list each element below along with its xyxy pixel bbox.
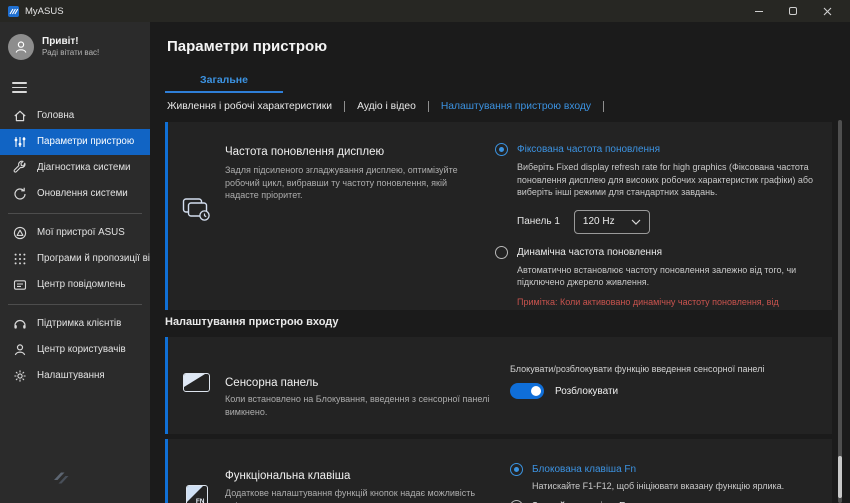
panel-label: Панель 1 bbox=[517, 216, 560, 227]
sidebar-item-settings[interactable]: Налаштування bbox=[0, 363, 150, 389]
greeting-subtitle: Раді вітати вас! bbox=[42, 48, 99, 58]
asus-device-icon bbox=[12, 225, 28, 241]
tab-general[interactable]: Загальне bbox=[165, 74, 283, 86]
fn-key-description: Додаткове налаштування функцій кнопок на… bbox=[225, 487, 496, 503]
refresh-rate-value: 120 Hz bbox=[583, 216, 615, 227]
fn-lock-description: Натискайте F1-F12, щоб ініціювати вказан… bbox=[532, 480, 832, 493]
minimize-button[interactable] bbox=[742, 1, 776, 21]
subtab-separator bbox=[428, 101, 429, 112]
sidebar-item-label: Налаштування bbox=[37, 370, 105, 381]
sidebar-item-label: Центр повідомлень bbox=[37, 279, 125, 290]
sidebar-nav: Головна Параметри пристрою Діагностика с… bbox=[0, 103, 150, 389]
touchpad-control-label: Блокувати/розблокувати функцію введення … bbox=[510, 364, 810, 374]
close-button[interactable] bbox=[810, 1, 844, 21]
sidebar-item-home[interactable]: Головна bbox=[0, 103, 150, 129]
sidebar-divider bbox=[8, 213, 142, 214]
user-icon bbox=[12, 342, 28, 358]
sidebar-item-my-asus-devices[interactable]: Мої пристрої ASUS bbox=[0, 220, 150, 246]
tab-underline bbox=[165, 91, 283, 93]
refresh-section-title: Частота поновлення дисплею bbox=[225, 146, 481, 158]
radio-fixed-refresh-rate[interactable] bbox=[495, 143, 508, 156]
sidebar-item-device-settings[interactable]: Параметри пристрою bbox=[0, 129, 150, 155]
dynamic-refresh-note: Примітка: Коли активовано динамічну част… bbox=[517, 296, 822, 310]
sidebar-item-label: Оновлення системи bbox=[37, 188, 128, 199]
dynamic-refresh-description: Автоматично встановлює частоту поновленн… bbox=[517, 264, 822, 289]
main-content: Параметри пристрою Загальне Живлення і р… bbox=[150, 22, 850, 503]
refresh-rate-select[interactable]: 120 Hz bbox=[574, 210, 650, 234]
sidebar-item-system-update[interactable]: Оновлення системи bbox=[0, 181, 150, 207]
greeting-title: Привіт! bbox=[42, 36, 99, 49]
sidebar-item-diagnostics[interactable]: Діагностика системи bbox=[0, 155, 150, 181]
app-title: MyASUS bbox=[25, 6, 64, 17]
touchpad-toggle[interactable] bbox=[510, 383, 544, 399]
sidebar-item-label: Головна bbox=[37, 110, 74, 121]
touchpad-title: Сенсорна панель bbox=[225, 377, 496, 389]
touchpad-icon bbox=[183, 373, 210, 392]
fixed-refresh-label[interactable]: Фіксована частота поновлення bbox=[517, 144, 660, 155]
fixed-refresh-description: Виберіть Fixed display refresh rate for … bbox=[517, 161, 822, 199]
sidebar-item-label: Діагностика системи bbox=[37, 162, 131, 173]
close-icon bbox=[823, 7, 832, 16]
sidebar-item-label: Мої пристрої ASUS bbox=[37, 227, 125, 238]
titlebar: MyASUS bbox=[0, 0, 850, 22]
minimize-icon bbox=[755, 11, 763, 12]
fn-key-icon: FN bbox=[186, 485, 208, 503]
sidebar-item-label: Програми й пропозиції від… bbox=[37, 253, 165, 264]
subtabs: Живлення і робочі характеристики Аудіо і… bbox=[167, 101, 616, 112]
asus-swirl-logo-icon bbox=[50, 466, 72, 493]
maximize-button[interactable] bbox=[776, 1, 810, 21]
scrollbar-track[interactable] bbox=[838, 120, 842, 503]
headset-icon bbox=[12, 316, 28, 332]
subtab-separator bbox=[603, 101, 604, 112]
sidebar-divider bbox=[8, 304, 142, 305]
home-icon bbox=[12, 108, 28, 124]
refresh-rate-card: Частота поновлення дисплею Задля підсиле… bbox=[165, 122, 832, 310]
display-refresh-icon bbox=[182, 194, 212, 310]
refresh-section-description: Задля підсиленого згладжування дисплею, … bbox=[225, 164, 481, 202]
sliders-icon bbox=[12, 134, 28, 150]
maximize-icon bbox=[789, 7, 797, 15]
subtab-power-performance[interactable]: Живлення і робочі характеристики bbox=[167, 101, 332, 112]
myasus-window: MyASUS Привіт! Раді вітати вас! bbox=[0, 0, 850, 503]
sidebar-item-label: Центр користувачів bbox=[37, 344, 126, 355]
radio-fn-lock[interactable] bbox=[510, 463, 523, 476]
fn-lock-label[interactable]: Блокована клавіша Fn bbox=[532, 464, 636, 475]
dynamic-refresh-label[interactable]: Динамічна частота поновлення bbox=[517, 247, 662, 258]
avatar bbox=[8, 34, 34, 60]
function-key-card: FN Функціональна клавіша Додаткове налаш… bbox=[165, 439, 832, 503]
radio-dynamic-refresh-rate[interactable] bbox=[495, 246, 508, 259]
sidebar: Привіт! Раді вітати вас! Головна Парамет… bbox=[0, 22, 150, 503]
gear-icon bbox=[12, 368, 28, 384]
fn-key-title: Функціональна клавіша bbox=[225, 470, 496, 482]
subtab-audio-video[interactable]: Аудіо і відео bbox=[357, 101, 416, 112]
touchpad-card: Сенсорна панель Коли встановлено на Блок… bbox=[165, 337, 832, 434]
apps-grid-icon bbox=[12, 251, 28, 267]
myasus-logo-icon bbox=[8, 6, 19, 17]
account-greeting[interactable]: Привіт! Раді вітати вас! bbox=[0, 22, 150, 60]
message-icon bbox=[12, 277, 28, 293]
touchpad-toggle-label: Розблокувати bbox=[555, 386, 618, 397]
touchpad-description: Коли встановлено на Блокування, введення… bbox=[225, 393, 496, 418]
sidebar-item-label: Параметри пристрою bbox=[37, 136, 134, 147]
radio-fn-normal[interactable] bbox=[510, 500, 523, 503]
wrench-icon bbox=[12, 160, 28, 176]
chevron-down-icon bbox=[631, 219, 641, 225]
input-section-header: Налаштування пристрою входу bbox=[165, 316, 339, 328]
sidebar-item-apps-offers[interactable]: Програми й пропозиції від… bbox=[0, 246, 150, 272]
subtab-separator bbox=[344, 101, 345, 112]
sidebar-item-label: Підтримка клієнтів bbox=[37, 318, 121, 329]
scrollbar-thumb[interactable] bbox=[838, 456, 842, 498]
update-icon bbox=[12, 186, 28, 202]
page-title: Параметри пристрою bbox=[167, 38, 327, 55]
subtab-input-device[interactable]: Налаштування пристрою входу bbox=[441, 101, 591, 112]
hamburger-menu-icon[interactable] bbox=[12, 82, 27, 93]
sidebar-item-customer-support[interactable]: Підтримка клієнтів bbox=[0, 311, 150, 337]
sidebar-item-message-center[interactable]: Центр повідомлень bbox=[0, 272, 150, 298]
sidebar-item-user-center[interactable]: Центр користувачів bbox=[0, 337, 150, 363]
